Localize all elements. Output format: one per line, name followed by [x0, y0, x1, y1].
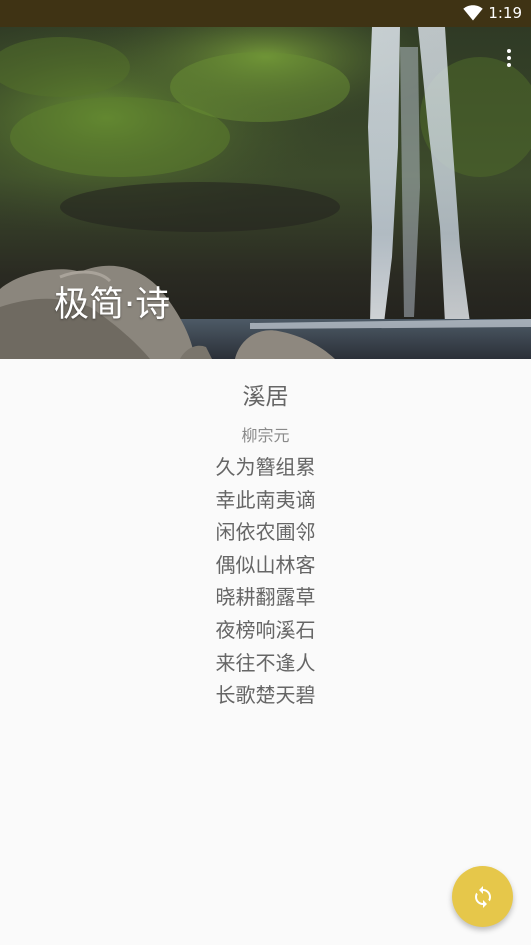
- status-bar: 1:19: [0, 0, 531, 27]
- header-image: 极简·诗: [0, 27, 531, 359]
- poem-line: 晓耕翻露草: [215, 585, 316, 610]
- poem-line: 来往不逢人: [215, 650, 316, 675]
- more-vert-icon[interactable]: [497, 46, 521, 70]
- status-time: 1:19: [488, 4, 522, 22]
- wifi-icon: [463, 5, 483, 21]
- poem-author: 柳宗元: [241, 426, 290, 445]
- poem-line: 闲依农圃邻: [215, 520, 316, 545]
- poem-line: 夜榜响溪石: [215, 617, 316, 642]
- refresh-icon: [474, 885, 491, 908]
- poem-lines: 久为簪组累 幸此南夷谪 闲依农圃邻 偶似山林客 晓耕翻露草 夜榜响溪石 来往不逢…: [0, 451, 531, 712]
- refresh-button[interactable]: [452, 866, 513, 927]
- app-title: 极简·诗: [54, 285, 171, 325]
- poem-title: 溪居: [242, 384, 289, 410]
- poem-line: 长歌楚天碧: [215, 683, 316, 708]
- poem-line: 幸此南夷谪: [215, 487, 316, 512]
- poem-line: 偶似山林客: [215, 552, 316, 577]
- app-screen: 1:19 极简·诗 溪居 柳宗元 久为簪组累 幸此南夷谪 闲依农圃邻 偶似山林客…: [0, 0, 531, 945]
- poem-card: 溪居 柳宗元 久为簪组累 幸此南夷谪 闲依农圃邻 偶似山林客 晓耕翻露草 夜榜响…: [0, 380, 531, 712]
- poem-line: 久为簪组累: [215, 455, 316, 479]
